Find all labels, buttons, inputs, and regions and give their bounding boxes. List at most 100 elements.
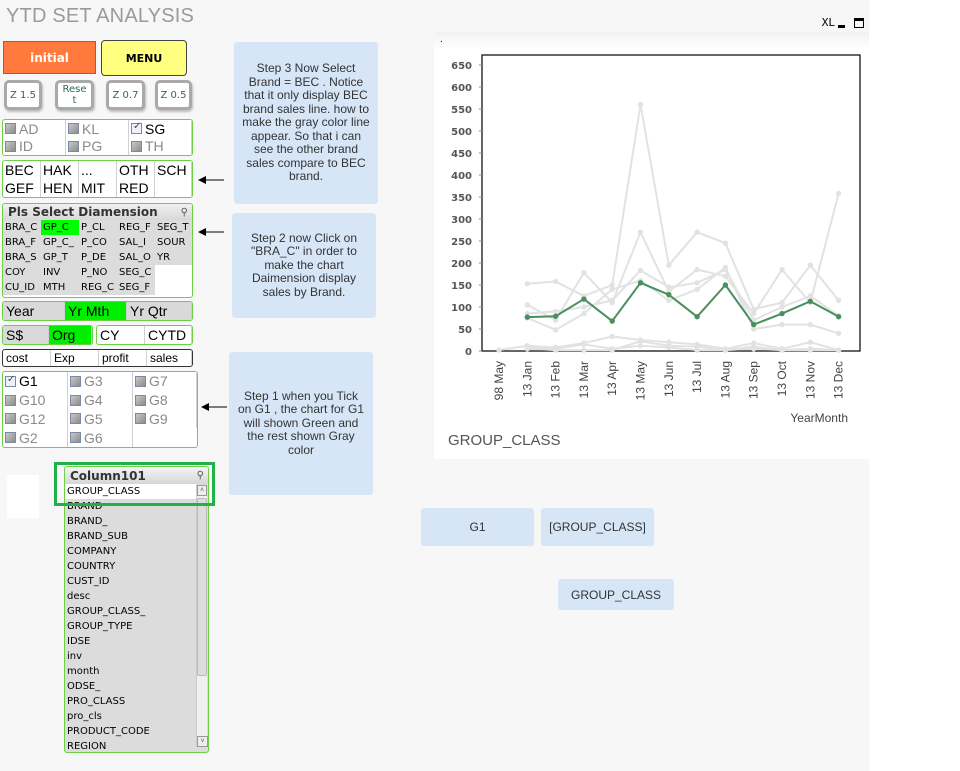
dimension-option[interactable]: BRA_S (3, 250, 41, 265)
listbox-item[interactable]: BRAND_ (65, 514, 208, 529)
scroll-up-icon[interactable]: ˄ (197, 485, 207, 496)
measure-option[interactable]: profit (99, 350, 147, 366)
group-option[interactable]: G10 (3, 390, 68, 410)
checkbox-icon[interactable] (135, 375, 146, 387)
scroll-down-icon[interactable]: ˅ (197, 736, 208, 747)
brand-option[interactable]: OTH (117, 161, 155, 179)
zoom-1-5-button[interactable]: Z 1.5 (4, 80, 42, 110)
group-option[interactable]: G9 (133, 409, 197, 429)
listbox-item[interactable]: REGION (65, 739, 208, 752)
period-option[interactable]: Year (3, 302, 65, 320)
brand-option[interactable]: BEC (3, 161, 41, 179)
group-option[interactable]: G2 (3, 428, 68, 447)
currency-option[interactable]: S$ (3, 326, 49, 344)
dimension-option[interactable]: COY (3, 265, 41, 280)
group-option[interactable]: G4 (68, 390, 133, 410)
listbox-item[interactable]: ODSE_ (65, 679, 208, 694)
period-option[interactable]: Yr Qtr (127, 302, 192, 320)
checkbox-icon[interactable] (70, 432, 81, 444)
listbox-item[interactable]: GROUP_CLASS_ (65, 604, 208, 619)
brand-option[interactable] (155, 179, 192, 197)
search-icon[interactable]: ⚲ (181, 207, 188, 218)
group-option[interactable]: G5 (68, 409, 133, 429)
dimension-option[interactable]: SOUR (155, 235, 192, 250)
checkbox-icon[interactable] (68, 140, 79, 152)
ytd-option[interactable]: CYTD (145, 326, 192, 344)
dimension-option[interactable]: P_CL (79, 220, 117, 235)
brand-option[interactable]: MIT (79, 179, 117, 197)
brand-option[interactable]: GEF (3, 179, 41, 197)
country-option[interactable]: TH (129, 137, 192, 155)
dimension-option[interactable]: SEG_F (117, 280, 155, 295)
checkbox-icon[interactable] (68, 123, 79, 135)
dimension-option[interactable]: GP_T (41, 250, 79, 265)
dimension-option[interactable]: CU_ID (3, 280, 41, 295)
dimension-option[interactable]: REG_C (79, 280, 117, 295)
checkbox-checked-icon[interactable] (131, 121, 142, 135)
reset-button[interactable]: Rese t (55, 80, 94, 110)
checkbox-icon[interactable] (131, 140, 142, 152)
group-option[interactable]: G3 (68, 372, 133, 391)
measure-option[interactable]: cost (3, 350, 51, 366)
brand-option[interactable]: HAK (41, 161, 79, 179)
measure-option[interactable]: sales (147, 350, 192, 366)
listbox-item[interactable]: PRODUCT_CODE (65, 724, 208, 739)
listbox-item[interactable]: BRAND (65, 499, 208, 514)
brand-option[interactable]: HEN (41, 179, 79, 197)
initial-button[interactable]: initial (3, 41, 96, 74)
listbox-item[interactable]: COMPANY (65, 544, 208, 559)
checkbox-icon[interactable] (5, 413, 16, 425)
dimension-option[interactable]: REG_F (117, 220, 155, 235)
dimension-option[interactable]: P_DE (79, 250, 117, 265)
dimension-option[interactable]: INV (41, 265, 79, 280)
scroll-thumb[interactable] (197, 498, 207, 676)
brand-option[interactable]: ... (79, 161, 117, 179)
listbox-item[interactable]: PRO_CLASS (65, 694, 208, 709)
listbox-selected-item[interactable]: GROUP_CLASS (65, 484, 196, 499)
period-option[interactable]: Yr Mth (65, 302, 127, 320)
group-option[interactable]: G1 (3, 372, 68, 391)
checkbox-icon[interactable] (70, 413, 81, 425)
dimension-option[interactable]: GP_C (41, 220, 79, 235)
dimension-option[interactable]: SAL_I (117, 235, 155, 250)
dimension-option[interactable]: SAL_O (117, 250, 155, 265)
ytd-option[interactable]: CY (97, 326, 145, 344)
checkbox-icon[interactable] (70, 375, 81, 387)
group-option[interactable]: G6 (68, 428, 133, 447)
checkbox-icon[interactable] (5, 123, 16, 135)
dimension-option[interactable]: MTH (41, 280, 79, 295)
brand-option[interactable]: SCH (155, 161, 192, 179)
listbox-scrollbar[interactable]: ˄ ˅ (196, 485, 208, 747)
country-option[interactable]: ID (3, 137, 66, 155)
menu-button[interactable]: MENU (101, 40, 187, 76)
listbox-item[interactable]: inv (65, 649, 208, 664)
dimension-option[interactable]: YR (155, 250, 192, 265)
listbox-item[interactable]: month (65, 664, 208, 679)
dimension-option[interactable]: SEG_T (155, 220, 192, 235)
listbox-item[interactable]: pro_cls (65, 709, 208, 724)
listbox-item[interactable]: BRAND_SUB (65, 529, 208, 544)
group-option[interactable]: G8 (133, 390, 197, 410)
dimension-option[interactable]: BRA_F (3, 235, 41, 250)
listbox-item[interactable]: COUNTRY (65, 559, 208, 574)
checkbox-icon[interactable] (5, 394, 16, 406)
measure-option[interactable]: Exp (51, 350, 99, 366)
checkbox-icon[interactable] (5, 432, 16, 444)
search-icon[interactable]: ⚲ (197, 470, 204, 481)
checkbox-icon[interactable] (70, 394, 81, 406)
listbox-item[interactable]: desc (65, 589, 208, 604)
dimension-option[interactable]: BRA_C (3, 220, 41, 235)
group-option[interactable]: G7 (133, 372, 197, 391)
country-option[interactable]: KL (66, 120, 129, 138)
country-option[interactable]: SG (129, 120, 192, 138)
dimension-option[interactable]: GP_C_ (41, 235, 79, 250)
checkbox-icon[interactable] (5, 140, 16, 152)
listbox-item[interactable]: CUST_ID (65, 574, 208, 589)
checkbox-icon[interactable] (135, 394, 146, 406)
group-option[interactable]: G12 (3, 409, 68, 429)
brand-option[interactable]: RED (117, 179, 155, 197)
dimension-option[interactable]: P_NO (79, 265, 117, 280)
country-option[interactable]: AD (3, 120, 66, 138)
zoom-0-7-button[interactable]: Z 0.7 (106, 80, 145, 110)
dimension-option[interactable]: SEG_C (117, 265, 155, 280)
